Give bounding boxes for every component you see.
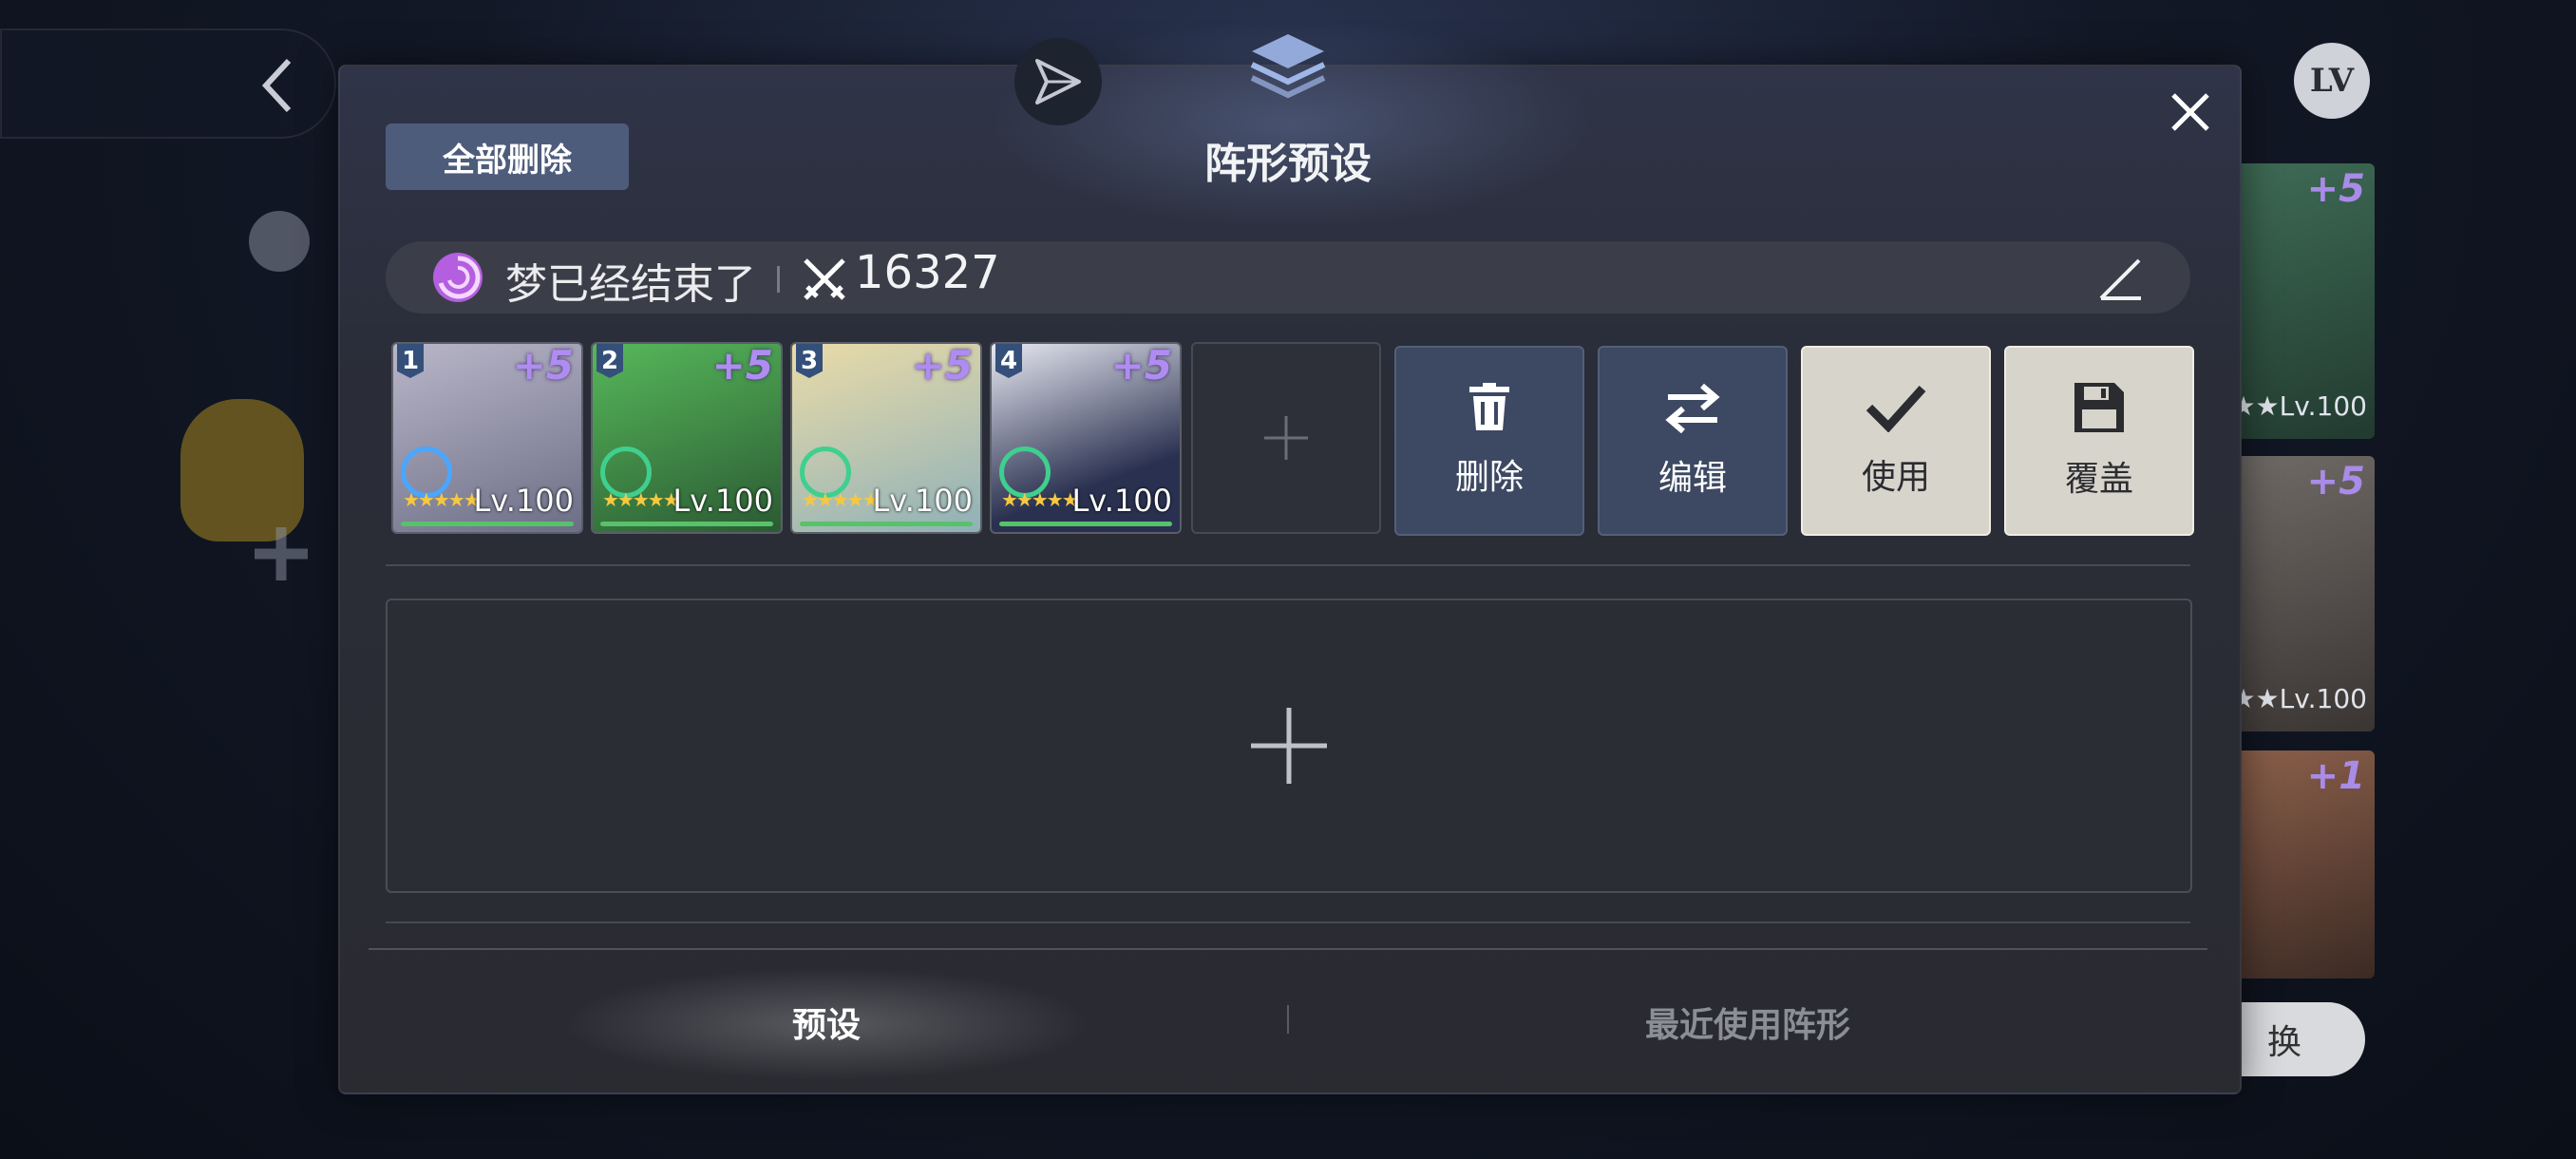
character-slot-2[interactable]: 2 +5 ★★★★★ Lv.100 (591, 342, 783, 534)
character-slot-4[interactable]: 4 +5 ★★★★★ Lv.100 (990, 342, 1182, 534)
trash-icon (1469, 383, 1509, 430)
plus-icon (1264, 416, 1308, 460)
dialog-title: 阵形预设 (1204, 140, 1372, 188)
plus-badge: +5 (911, 342, 973, 389)
send-icon (1035, 59, 1081, 104)
divider (386, 564, 2190, 566)
use-button[interactable]: 使用 (1801, 346, 1991, 536)
edit-button[interactable]: 编辑 (1598, 346, 1788, 536)
level-label: Lv.100 (672, 483, 773, 519)
plus-badge: +5 (512, 342, 574, 389)
divider (386, 922, 2190, 923)
overwrite-button[interactable]: 覆盖 (2004, 346, 2194, 536)
plus-badge: +5 (2306, 460, 2365, 504)
plus-badge: +5 (2306, 167, 2365, 211)
side-character-card[interactable]: +5 ★★★★Lv.100 (2184, 456, 2375, 732)
separator (777, 266, 780, 293)
level-label: Lv.100 (473, 483, 574, 519)
swap-arrows-icon (1665, 383, 1720, 433)
close-icon (2171, 93, 2209, 131)
level-badge-icon[interactable]: LV (2294, 43, 2370, 119)
back-arrow-icon[interactable] (258, 57, 296, 114)
combat-power-value: 16327 (855, 246, 1000, 299)
star-rating: ★★★★★ (602, 488, 680, 511)
checkmark-icon (1866, 385, 1926, 432)
save-disk-icon (2074, 383, 2124, 432)
crossed-swords-icon (804, 258, 845, 300)
edit-label: 编辑 (1657, 459, 1727, 498)
slot-number: 4 (995, 344, 1022, 378)
character-slot-3[interactable]: 3 +5 ★★★★★ Lv.100 (790, 342, 982, 534)
slot-number: 1 (397, 344, 424, 378)
use-label: 使用 (1861, 458, 1930, 497)
add-character-slot[interactable] (1191, 342, 1381, 534)
layers-emblem-icon (1250, 34, 1326, 99)
star-rating: ★★★★★ (1001, 488, 1079, 511)
delete-all-button[interactable]: 全部删除 (386, 124, 629, 190)
hp-bar (401, 522, 574, 526)
plus-icon (1251, 708, 1327, 784)
level-label: Lv.100 (1071, 483, 1172, 519)
delete-button[interactable]: 删除 (1394, 346, 1584, 536)
character-head-icon (249, 211, 310, 272)
slot-number: 2 (597, 344, 623, 378)
tab-divider (369, 948, 2207, 950)
tab-recent-formations[interactable]: 最近使用阵形 (1577, 998, 1919, 1047)
element-swirl-icon (433, 253, 483, 302)
hp-bar (999, 522, 1172, 526)
edit-pencil-icon[interactable] (2097, 255, 2145, 302)
preset-name: 梦已经结束了 (505, 260, 756, 309)
plus-badge: +1 (2306, 754, 2365, 798)
hp-bar (800, 522, 973, 526)
tab-separator (1287, 1005, 1289, 1034)
overwrite-label: 覆盖 (2064, 460, 2133, 499)
side-character-card[interactable]: +5 ★★★★Lv.100 (2184, 163, 2375, 439)
tab-preset[interactable]: 预设 (731, 998, 921, 1047)
add-preset-area[interactable] (386, 598, 2192, 893)
send-button[interactable] (1014, 38, 1102, 125)
star-rating: ★★★★★ (403, 488, 481, 511)
delete-label: 删除 (1454, 458, 1524, 497)
hp-bar (600, 522, 773, 526)
slot-number: 3 (796, 344, 823, 378)
side-character-card[interactable]: +1 (2237, 750, 2375, 978)
star-rating: ★★★★★ (802, 488, 880, 511)
mascot-icon (180, 399, 304, 542)
close-button[interactable] (2162, 84, 2219, 141)
plus-badge: +5 (1110, 342, 1172, 389)
character-slot-1[interactable]: 1 +5 ★★★★★ Lv.100 (391, 342, 583, 534)
back-bar[interactable] (0, 28, 336, 139)
grid-icon (255, 527, 308, 580)
plus-badge: +5 (711, 342, 773, 389)
level-label: Lv.100 (872, 483, 973, 519)
